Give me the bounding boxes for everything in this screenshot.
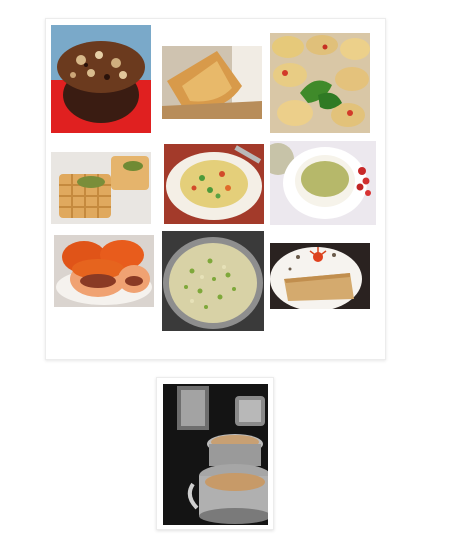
gallery-thumb-samosa-pastry[interactable] (162, 46, 262, 119)
gallery-thumb-green-chutney-bowl[interactable] (270, 141, 376, 225)
gallery-thumb-stuffed-waffles[interactable] (51, 152, 151, 224)
gallery-thumb-chocolate-nut-muffin[interactable] (51, 25, 151, 133)
photo-gallery-card (45, 18, 386, 360)
featured-photo-card (156, 377, 274, 530)
gallery-thumb-stuffed-buns[interactable] (54, 235, 154, 307)
gallery-thumb-dosa-plate[interactable] (270, 243, 370, 309)
gallery-thumb-veggie-egg-muffins[interactable] (270, 33, 370, 133)
featured-thumb-filter-coffee-tumblers[interactable] (163, 384, 268, 525)
page (0, 0, 449, 555)
gallery-thumb-vegetable-rice-plate[interactable] (164, 144, 264, 224)
gallery-thumb-vegetable-upma-pot[interactable] (162, 231, 264, 331)
